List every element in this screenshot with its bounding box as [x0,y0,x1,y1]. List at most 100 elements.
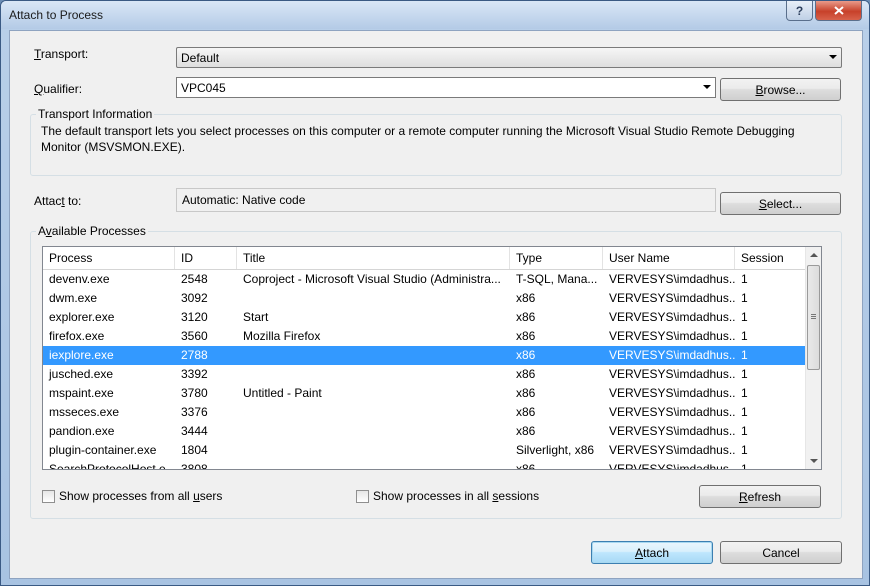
process-cell-user: VERVESYS\imdadhus... [609,386,735,400]
transport-information-text: The default transport lets you select pr… [41,124,795,154]
process-cell-user: VERVESYS\imdadhus... [609,462,735,470]
close-icon [833,6,844,15]
select-button[interactable]: Select... [720,192,841,215]
process-row[interactable]: mspaint.exe 3780 Untitled - Paint x86 VERVES… [43,384,805,403]
process-cell-title: Untitled - Paint [243,386,322,400]
process-cell-process: explorer.exe [49,310,115,324]
scroll-down-icon[interactable] [810,459,818,463]
process-cell-process: plugin-container.exe [49,443,157,457]
column-header-process[interactable]: Process [43,247,175,269]
process-cell-session: 1 [741,367,748,381]
qualifier-value: VPC045 [181,80,226,95]
window-title: Attach to Process [9,8,104,22]
process-cell-user: VERVESYS\imdadhus... [609,443,735,457]
process-row[interactable]: iexplore.exe 2788 x86 VERVESYS\imdadhus... 1 [43,346,805,365]
attach-to-value: Automatic: Native code [176,188,716,212]
process-cell-process: mspaint.exe [49,386,114,400]
process-cell-user: VERVESYS\imdadhus... [609,329,735,343]
process-cell-title [237,441,510,460]
process-row[interactable]: plugin-container.exe 1804 Silverlight, x86… [43,441,805,460]
column-header-type[interactable]: Type [510,247,603,269]
process-list-scrollbar[interactable] [805,247,821,469]
process-list-body: devenv.exe 2548 Coproject - Microsoft Visu… [43,270,805,470]
process-cell-id: 3808 [181,462,208,470]
process-cell-type: x86 [516,329,536,343]
process-row[interactable]: explorer.exe 3120 Start x86 VERVESYS\imdadhu… [43,308,805,327]
process-cell-id: 3120 [181,310,208,324]
browse-button[interactable]: Browse... [720,78,841,101]
process-row[interactable]: pandion.exe 3444 x86 VERVESYS\imdadhus... 1 [43,422,805,441]
process-cell-id: 2788 [181,348,208,362]
column-header-user-name[interactable]: User Name [603,247,735,269]
column-header-id[interactable]: ID [175,247,237,269]
checkbox-box[interactable] [42,489,55,503]
help-button[interactable]: ? [786,1,813,21]
process-cell-id: 3560 [181,329,208,343]
process-cell-type: x86 [516,291,536,305]
process-cell-type: x86 [516,424,536,438]
column-header-session[interactable]: Session [735,247,805,269]
process-cell-session: 1 [741,424,748,438]
process-cell-type: Silverlight, x86 [516,443,595,457]
process-cell-session: 1 [741,291,748,305]
process-row[interactable]: SearchProtocolHost.e... 3808 x86 VERVESYS\i… [43,460,805,470]
process-cell-id: 3376 [181,405,208,419]
qualifier-label: Qualifier: [34,82,83,96]
process-cell-user: VERVESYS\imdadhus... [609,310,735,324]
process-cell-title [237,403,510,422]
grip-icon [811,314,816,315]
qualifier-combobox[interactable]: VPC045 [176,77,716,98]
refresh-button[interactable]: Refresh [699,485,821,508]
chevron-down-icon [829,55,837,59]
process-cell-title: Mozilla Firefox [243,329,321,343]
process-cell-process: iexplore.exe [49,348,114,362]
process-row[interactable]: msseces.exe 3376 x86 VERVESYS\imdadhus... 1 [43,403,805,422]
process-cell-id: 3092 [181,291,208,305]
process-cell-user: VERVESYS\imdadhus... [609,348,735,362]
process-cell-session: 1 [741,462,748,470]
cancel-button[interactable]: Cancel [720,541,842,564]
process-cell-type: x86 [516,348,536,362]
process-cell-process: pandion.exe [49,424,115,438]
transport-label: Transport: [34,47,89,61]
scroll-thumb[interactable] [807,265,820,370]
title-bar[interactable]: Attach to Process ? [1,1,869,29]
process-cell-type: x86 [516,462,536,470]
process-cell-user: VERVESYS\imdadhus... [609,367,735,381]
transport-dropdown[interactable]: Default [176,47,842,68]
process-cell-title: Coproject - Microsoft Visual Studio (Adm… [243,272,501,286]
process-cell-title [237,422,510,441]
process-cell-session: 1 [741,348,748,362]
process-cell-process: msseces.exe [49,405,120,419]
help-icon: ? [795,3,804,18]
process-row[interactable]: devenv.exe 2548 Coproject - Microsoft Visu… [43,270,805,289]
close-button[interactable] [815,1,862,21]
process-row[interactable]: jusched.exe 3392 x86 VERVESYS\imdadhus... 1 [43,365,805,384]
process-cell-user: VERVESYS\imdadhus... [609,424,735,438]
process-cell-title [237,289,510,308]
process-cell-process: jusched.exe [49,367,114,381]
process-cell-type: x86 [516,386,536,400]
process-row[interactable]: firefox.exe 3560 Mozilla Firefox x86 VERVESY… [43,327,805,346]
process-cell-type: T-SQL, Mana... [516,272,598,286]
show-all-users-checkbox[interactable]: Show processes from all users [42,489,222,503]
dialog-client-area: Transport: Default Qualifier: VPC045 Bro… [9,30,863,579]
process-cell-id: 3392 [181,367,208,381]
scroll-up-icon[interactable] [810,253,818,257]
process-cell-user: VERVESYS\imdadhus... [609,272,735,286]
attach-to-process-dialog: Attach to Process ? Transport: Default Q… [0,0,870,586]
process-cell-session: 1 [741,329,748,343]
process-list[interactable]: Process ID Title Type User Name Session … [42,246,822,470]
checkbox-box[interactable] [356,489,369,503]
attach-button[interactable]: Attach [591,541,713,564]
process-cell-session: 1 [741,386,748,400]
process-row[interactable]: dwm.exe 3092 x86 VERVESYS\imdadhus... 1 [43,289,805,308]
process-cell-type: x86 [516,367,536,381]
process-cell-id: 2548 [181,272,208,286]
column-header-title[interactable]: Title [237,247,510,269]
show-all-sessions-checkbox[interactable]: Show processes in all sessions [356,489,539,503]
attach-to-label: Attact to: [34,194,82,208]
process-list-header: Process ID Title Type User Name Session [43,247,805,270]
process-cell-id: 3780 [181,386,208,400]
process-cell-title [237,365,510,384]
